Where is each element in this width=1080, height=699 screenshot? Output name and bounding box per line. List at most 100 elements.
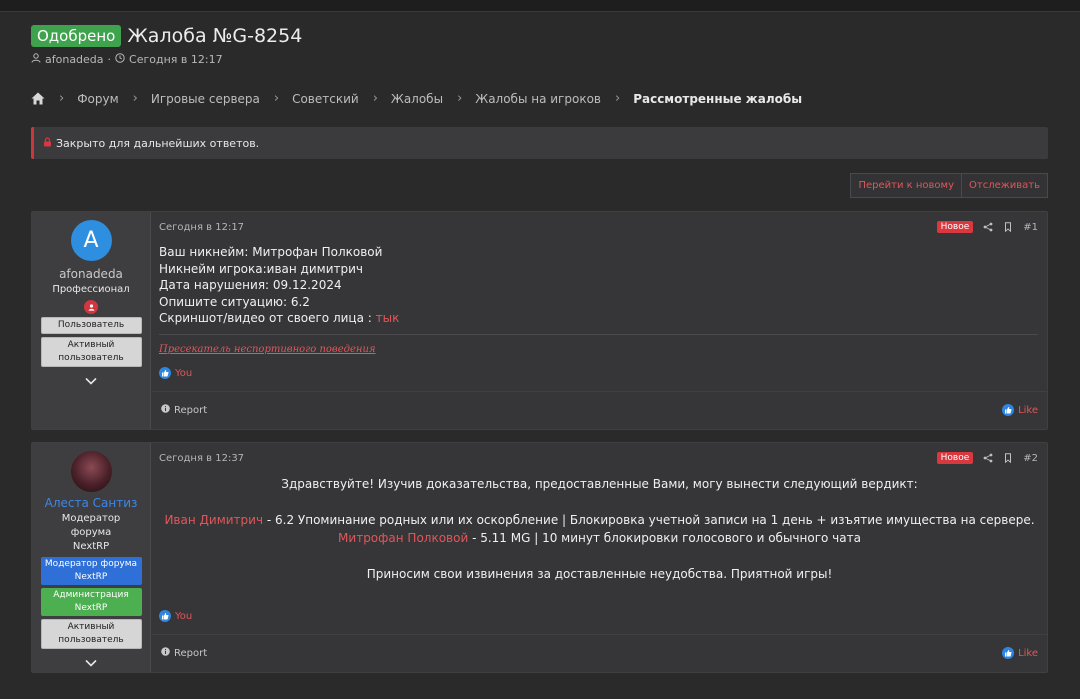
user-banner: Администрация NextRP — [40, 588, 142, 616]
report-label: Report — [174, 647, 208, 659]
reaction-bar[interactable]: You — [159, 610, 192, 622]
chevron-right-icon: › — [273, 91, 280, 106]
user-banner: Активный пользователь — [40, 619, 142, 649]
thread-header: Одобрено Жалоба №G-8254 — [31, 25, 302, 47]
thread-author-link[interactable]: afonadeda — [45, 53, 104, 66]
breadcrumb-item[interactable]: Жалобы на игроков — [475, 92, 601, 106]
new-badge: Новое — [936, 452, 974, 464]
goto-new-button[interactable]: Перейти к новому — [850, 173, 962, 198]
like-reaction-icon — [159, 610, 171, 622]
watch-button[interactable]: Отслеживать — [962, 173, 1048, 198]
like-label: Like — [1018, 647, 1038, 659]
thread-meta: afonadeda · Сегодня в 12:17 — [31, 53, 223, 66]
breadcrumb: › Форум › Игровые сервера › Советский › Жало… — [31, 91, 802, 106]
breadcrumb-item[interactable]: Форум — [77, 92, 118, 106]
post-footer: Report Like — [152, 391, 1047, 429]
bookmark-icon[interactable] — [1003, 453, 1013, 463]
avatar[interactable]: A — [70, 220, 112, 261]
verdict-text: - 6.2 Упоминание родных или их оскорблен… — [263, 513, 1035, 527]
post-line: Никнейм игрока:иван димитрич — [159, 261, 363, 276]
post-content: Сегодня в 12:17 Новое #1 Ваш никнейм: Ми… — [152, 212, 1047, 429]
share-icon[interactable] — [983, 222, 993, 232]
report-button[interactable]: Report — [161, 404, 207, 416]
avatar[interactable] — [70, 451, 112, 492]
verdict-text: - 5.11 MG | 10 минут блокировки голосово… — [468, 531, 861, 545]
lock-icon — [43, 136, 56, 150]
signature: Пресекатель неспортивного поведения — [159, 344, 376, 355]
player-name-link[interactable]: Иван Димитрич — [164, 513, 263, 527]
verdict-line: Митрофан Полковой - 5.11 MG | 10 минут б… — [152, 529, 1047, 547]
post-line: Дата нарушения: 09.12.2024 — [159, 278, 342, 292]
verdict-closing: Приносим свои извинения за доставленные … — [366, 567, 833, 581]
new-badge: Новое — [936, 221, 974, 233]
user-title: Профессионал — [52, 284, 130, 295]
report-label: Report — [174, 404, 208, 416]
user-icon — [31, 53, 41, 66]
report-button[interactable]: Report — [161, 647, 207, 659]
user-title: Модератор форума NextRP — [61, 513, 121, 552]
closed-notice-text: Закрыто для дальнейших ответов. — [56, 136, 260, 150]
bookmark-icon[interactable] — [1003, 222, 1013, 232]
like-button[interactable]: Like — [1002, 647, 1038, 659]
like-reaction-icon — [159, 367, 171, 379]
chevron-down-icon[interactable] — [85, 377, 97, 385]
reaction-user[interactable]: You — [175, 611, 192, 622]
status-badge: Одобрено — [31, 25, 122, 47]
signature-divider — [159, 334, 1038, 335]
verdict-body: Здравствуйте! Изучив доказательства, пре… — [152, 475, 1047, 583]
info-icon — [161, 404, 170, 416]
post-content: Сегодня в 12:37 Новое #2 Здравствуйте! И… — [152, 443, 1047, 672]
reaction-user[interactable]: You — [175, 368, 192, 379]
breadcrumb-current[interactable]: Рассмотренные жалобы — [633, 92, 802, 106]
post-date[interactable]: Сегодня в 12:37 — [159, 453, 244, 464]
post-body: Ваш никнейм: Митрофан Полковой Никнейм и… — [159, 244, 399, 327]
post-line-text: Скриншот/видео от своего лица : — [159, 311, 376, 325]
thread-date[interactable]: Сегодня в 12:17 — [129, 53, 223, 66]
closed-notice: Закрыто для дальнейших ответов. — [31, 127, 1048, 159]
verdict-greeting: Здравствуйте! Изучив доказательства, пре… — [281, 477, 918, 491]
breadcrumb-item[interactable]: Жалобы — [391, 92, 443, 106]
post-actions: Новое #2 — [936, 452, 1038, 464]
chevron-right-icon: › — [457, 91, 463, 106]
page-title: Жалоба №G-8254 — [127, 25, 303, 47]
chevron-right-icon: › — [59, 91, 65, 106]
chevron-right-icon: › — [372, 91, 378, 106]
home-icon[interactable] — [31, 92, 45, 105]
clock-icon — [115, 53, 125, 66]
user-group-icon — [84, 300, 98, 314]
top-strip — [0, 0, 1080, 12]
post-footer: Report Like — [152, 634, 1047, 672]
info-icon — [161, 647, 170, 659]
post-2: Алеста Сантиз Модератор форума NextRP Мо… — [31, 442, 1048, 673]
post-username[interactable]: afonadeda — [59, 267, 123, 281]
post-username[interactable]: Алеста Сантиз — [45, 496, 138, 510]
post-number[interactable]: #2 — [1023, 453, 1038, 464]
chevron-right-icon: › — [132, 91, 138, 106]
post-1: A afonadeda Профессионал Пользователь Ак… — [31, 211, 1048, 430]
user-banner: Активный пользователь — [40, 337, 142, 367]
breadcrumb-item[interactable]: Игровые сервера — [151, 92, 260, 106]
post-user-panel: Алеста Сантиз Модератор форума NextRP Мо… — [32, 443, 151, 672]
meta-separator: · — [107, 53, 112, 66]
like-button[interactable]: Like — [1002, 404, 1038, 416]
thread-actions: Перейти к новому Отслеживать — [850, 173, 1048, 198]
thumbs-up-icon — [1002, 647, 1015, 659]
reaction-bar[interactable]: You — [159, 367, 192, 379]
post-number[interactable]: #1 — [1023, 222, 1038, 233]
evidence-link[interactable]: тык — [376, 311, 400, 325]
breadcrumb-item[interactable]: Советский — [292, 92, 359, 106]
chevron-right-icon: › — [614, 91, 621, 106]
post-line: Опишите ситуацию: 6.2 — [159, 294, 310, 309]
chevron-down-icon[interactable] — [85, 659, 97, 667]
post-line: Скриншот/видео от своего лица : тык — [159, 310, 399, 327]
user-banner: Модератор форума NextRP — [40, 557, 142, 585]
post-line: Ваш никнейм: Митрофан Полковой — [159, 245, 383, 259]
post-actions: Новое #1 — [936, 221, 1038, 233]
user-banner: Пользователь — [40, 317, 142, 334]
like-label: Like — [1018, 404, 1038, 416]
player-name-link[interactable]: Митрофан Полковой — [338, 531, 468, 545]
post-date[interactable]: Сегодня в 12:17 — [159, 222, 244, 233]
verdict-line: Иван Димитрич - 6.2 Упоминание родных ил… — [152, 511, 1047, 529]
share-icon[interactable] — [983, 453, 993, 463]
thumbs-up-icon — [1002, 404, 1015, 416]
